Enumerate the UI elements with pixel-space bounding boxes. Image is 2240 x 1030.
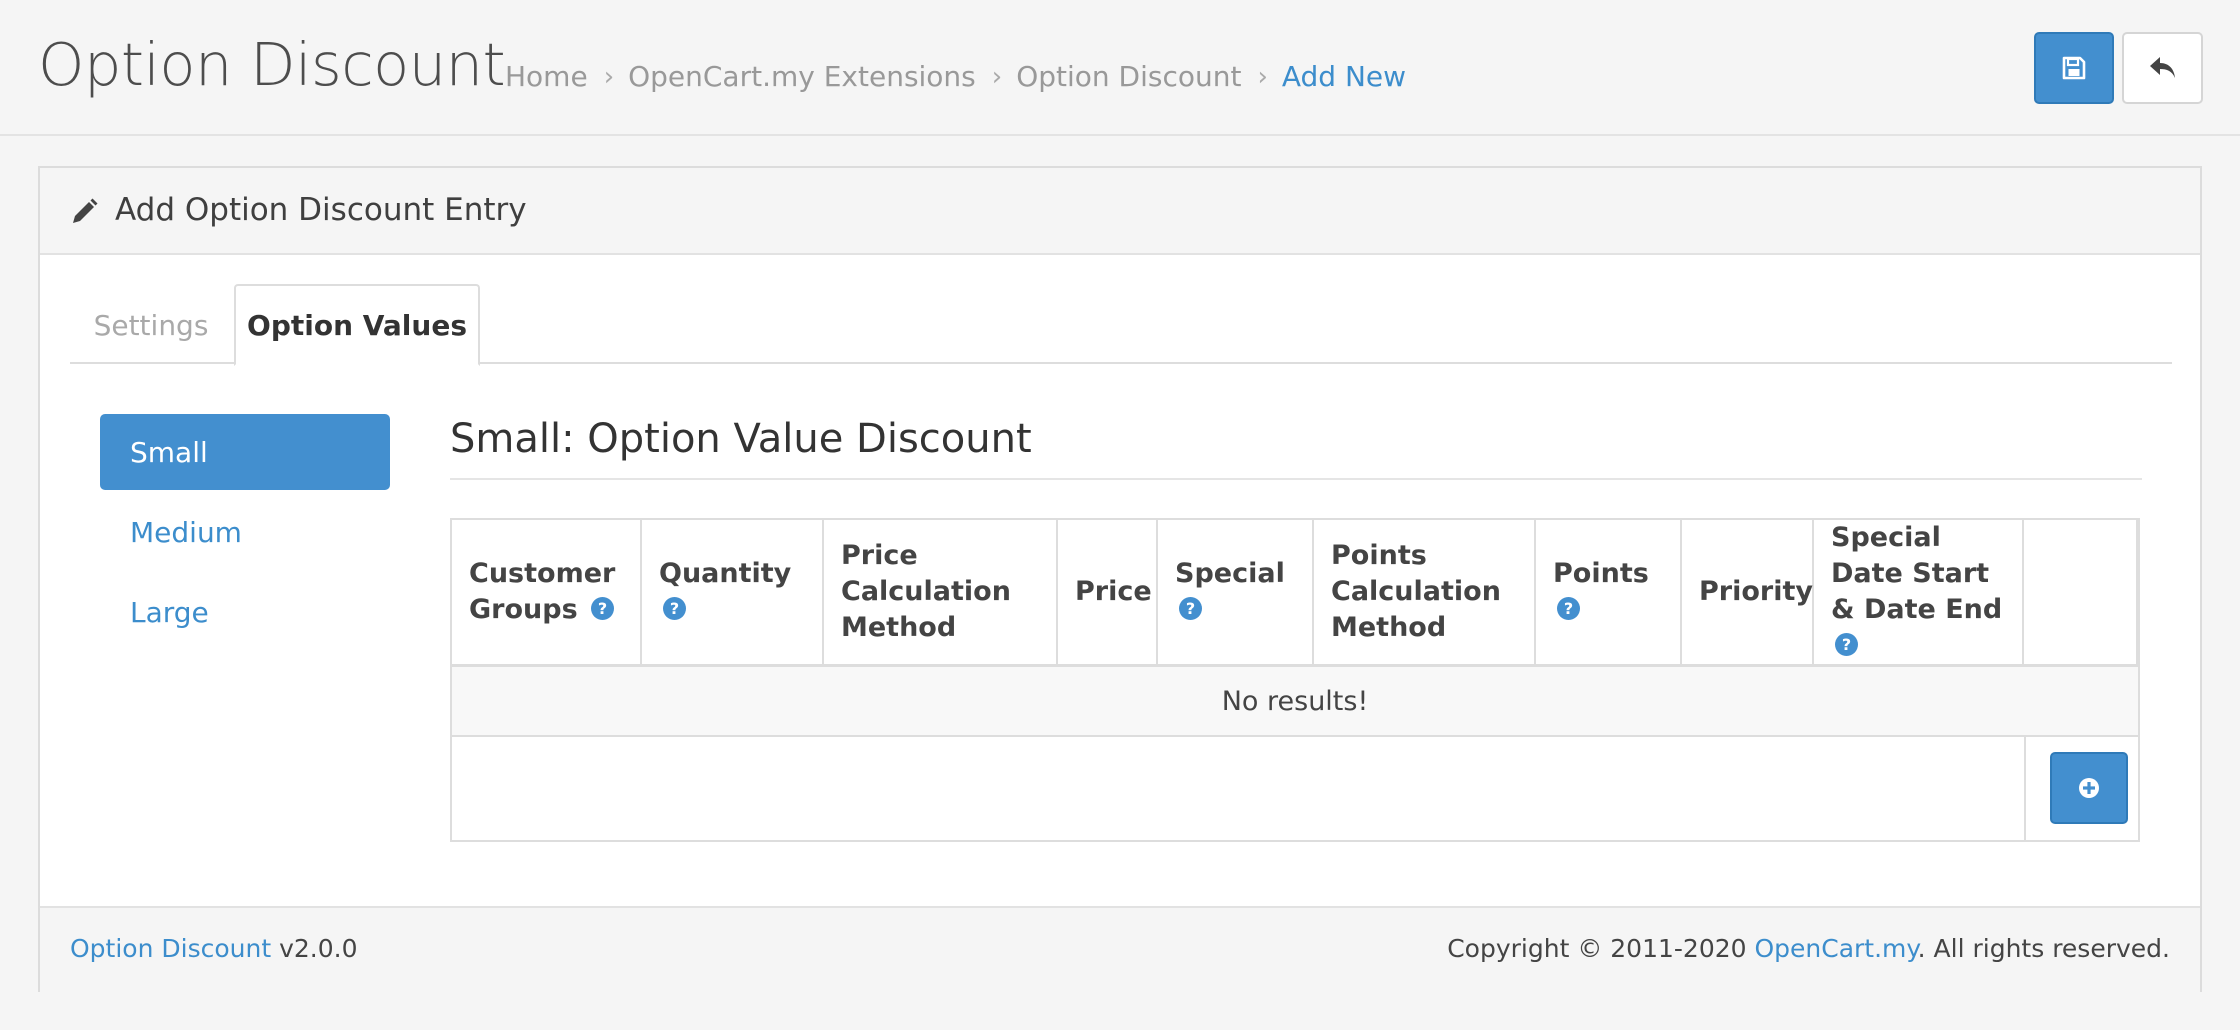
back-button[interactable] <box>2122 32 2203 104</box>
breadcrumb-home[interactable]: Home <box>505 60 588 93</box>
column-header-price-calculation-method: Price Calculation Method <box>824 520 1058 664</box>
breadcrumb: Home › OpenCart.my Extensions › Option D… <box>505 60 1406 93</box>
breadcrumb-add-new[interactable]: Add New <box>1282 60 1406 93</box>
copyright: Copyright © 2011-2020 OpenCart.my. All r… <box>1447 934 2170 963</box>
column-header-customer-groups: Customer Groups ? <box>452 520 642 664</box>
pencil-icon <box>73 198 98 223</box>
option-value-small[interactable]: Small <box>100 414 390 490</box>
tab-bar: Settings Option Values <box>70 284 2172 366</box>
discount-table: Customer Groups ? Quantity ? Price Calcu… <box>450 518 2140 842</box>
main-panel: Add Option Discount Entry Settings Optio… <box>38 166 2202 992</box>
help-icon[interactable]: ? <box>591 597 615 620</box>
panel-footer: Option Discount v2.0.0 Copyright © 2011-… <box>40 906 2200 992</box>
page-title: Option Discount <box>38 30 506 99</box>
add-discount-button[interactable] <box>2050 752 2128 824</box>
version-text: v2.0.0 <box>279 934 358 963</box>
breadcrumb-extensions[interactable]: OpenCart.my Extensions <box>628 60 976 93</box>
column-header-points: Points ? <box>1536 520 1682 664</box>
column-header-special-date: Special Date Start & Date End ? <box>1814 520 2024 664</box>
column-header-special: Special ? <box>1158 520 1314 664</box>
option-value-large[interactable]: Large <box>100 574 390 650</box>
copyright-suffix: . All rights reserved. <box>1917 934 2170 963</box>
column-header-price: Price <box>1058 520 1158 664</box>
table-cell-divider <box>2024 737 2026 842</box>
help-icon[interactable]: ? <box>1179 597 1202 620</box>
breadcrumb-option-discount[interactable]: Option Discount <box>1016 60 1241 93</box>
panel-heading: Add Option Discount Entry <box>40 168 2200 255</box>
help-icon[interactable]: ? <box>1557 597 1580 620</box>
plus-circle-icon <box>2079 778 2099 798</box>
page-header: Option Discount Home › OpenCart.my Exten… <box>0 0 2240 136</box>
section-title: Small: Option Value Discount <box>450 416 2142 480</box>
column-header-points-calculation-method: Points Calculation Method <box>1314 520 1536 664</box>
help-icon[interactable]: ? <box>1835 633 1858 656</box>
empty-table-message: No results! <box>452 667 2138 737</box>
column-header-quantity: Quantity ? <box>642 520 824 664</box>
copyright-prefix: Copyright © 2011-2020 <box>1447 934 1755 963</box>
column-header-actions <box>2024 520 2138 664</box>
tab-option-values[interactable]: Option Values <box>234 284 480 366</box>
column-header-priority: Priority <box>1682 520 1814 664</box>
company-link[interactable]: OpenCart.my <box>1754 934 1917 963</box>
breadcrumb-separator: › <box>603 61 615 92</box>
save-icon <box>2062 56 2086 80</box>
version-info: Option Discount v2.0.0 <box>70 934 358 963</box>
product-link[interactable]: Option Discount <box>70 934 271 963</box>
breadcrumb-separator: › <box>1257 61 1268 92</box>
option-value-medium[interactable]: Medium <box>100 494 390 570</box>
help-icon[interactable]: ? <box>663 597 686 620</box>
tab-settings[interactable]: Settings <box>70 284 232 366</box>
reply-icon <box>2149 57 2175 78</box>
panel-title: Add Option Discount Entry <box>115 192 527 228</box>
save-button[interactable] <box>2034 32 2114 104</box>
breadcrumb-separator: › <box>991 61 1003 92</box>
